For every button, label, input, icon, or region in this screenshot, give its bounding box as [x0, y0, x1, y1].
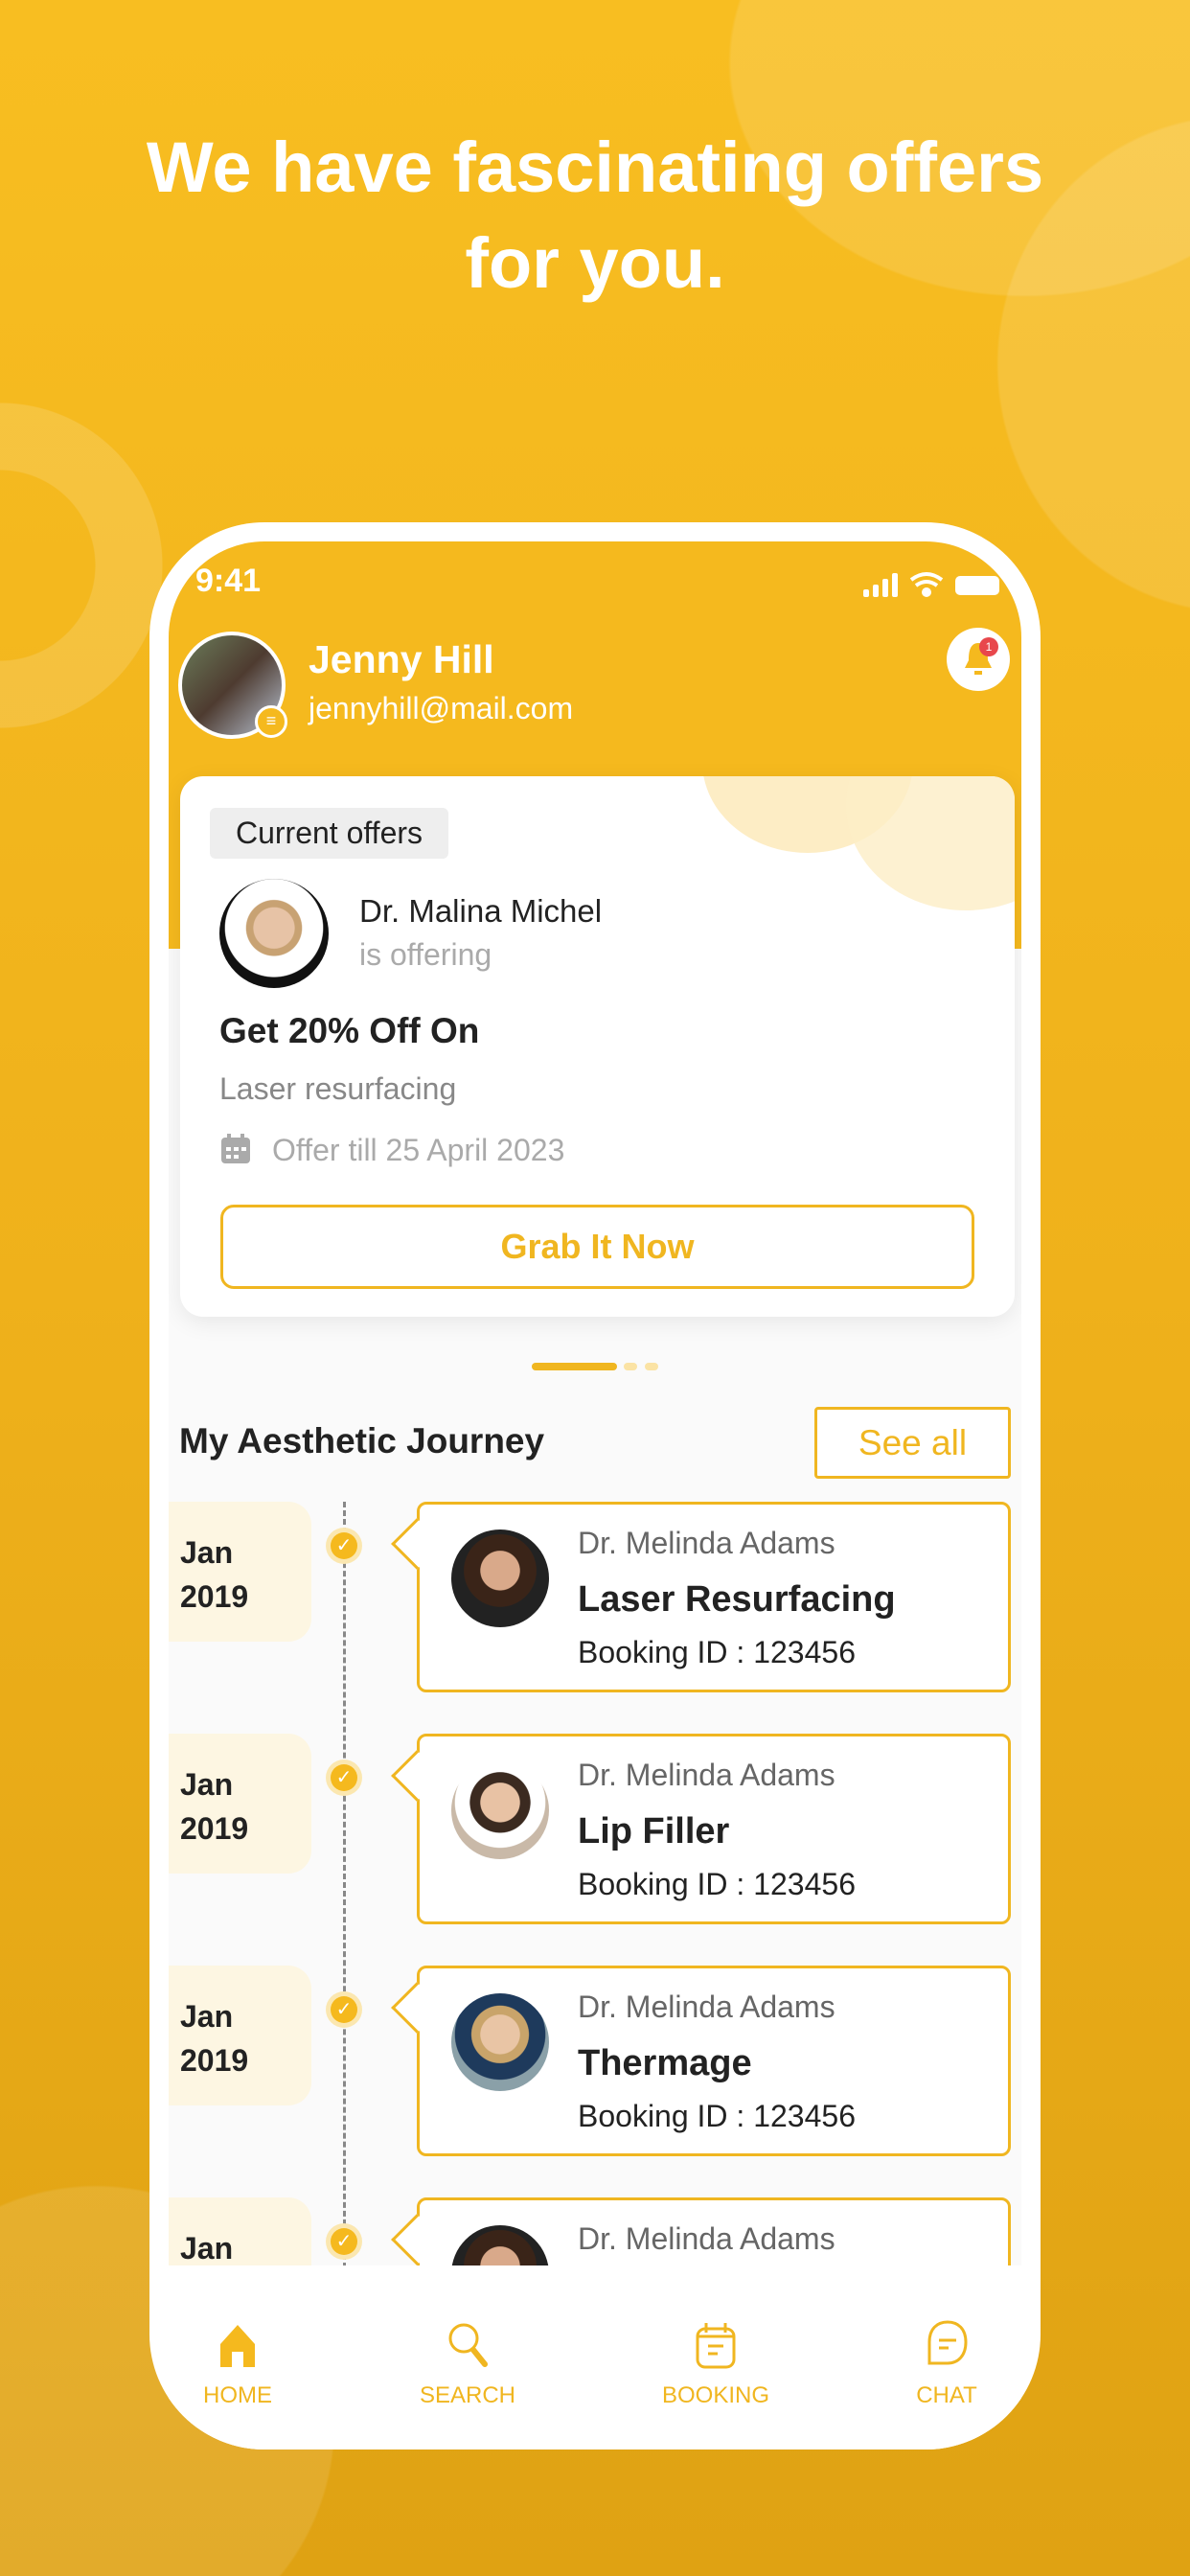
- calendar-icon: [696, 2323, 736, 2369]
- nav-label: SEARCH: [419, 2382, 516, 2408]
- timeline-item[interactable]: Jan Dr. Melinda Adams: [169, 2197, 1021, 2266]
- current-offers-tag: Current offers: [210, 808, 448, 859]
- nav-booking[interactable]: BOOKING: [620, 2266, 812, 2448]
- doctor-avatar: [451, 1993, 549, 2091]
- procedure-name: Laser Resurfacing: [578, 1579, 896, 1620]
- booking-card[interactable]: Dr. Melinda Adams Thermage Booking ID : …: [391, 1966, 1011, 2156]
- timeline-date: Jan: [169, 2197, 311, 2266]
- check-icon: [326, 1760, 362, 1796]
- offer-treatment: Laser resurfacing: [219, 1071, 457, 1106]
- offer-title: Get 20% Off On: [219, 1011, 480, 1050]
- pager-dot[interactable]: [624, 1363, 637, 1370]
- booking-id: Booking ID : 123456: [578, 2099, 856, 2133]
- offer-subtitle: is offering: [359, 937, 492, 972]
- timeline-date: Jan 2019: [169, 1502, 311, 1642]
- timeline-date: Jan 2019: [169, 1966, 311, 2105]
- procedure-name: Lip Filler: [578, 1811, 730, 1852]
- bottom-nav: HOME SEARCH BOOKING CHAT: [169, 2266, 1021, 2450]
- app-screen: 9:41 ≡ Jenny Hill jennyhill@mail.com 1 C…: [169, 541, 1021, 2450]
- pager-dot[interactable]: [645, 1363, 658, 1370]
- check-icon: [326, 2223, 362, 2260]
- status-time: 9:41: [195, 563, 262, 599]
- booking-id: Booking ID : 123456: [578, 1867, 856, 1901]
- timeline-date: Jan 2019: [169, 1734, 311, 1874]
- grab-it-now-button[interactable]: Grab It Now: [220, 1205, 974, 1289]
- doctor-avatar: [219, 879, 329, 988]
- calendar-icon: [221, 1134, 250, 1163]
- nav-search[interactable]: SEARCH: [372, 2266, 563, 2448]
- user-name: Jenny Hill: [309, 637, 494, 681]
- procedure-name: Thermage: [578, 2043, 752, 2083]
- notification-badge: 1: [979, 637, 998, 656]
- headline-line-2: for you.: [465, 223, 725, 303]
- nav-chat[interactable]: CHAT: [851, 2266, 1021, 2448]
- chat-icon: [927, 2320, 968, 2365]
- headline: We have fascinating offers for you.: [0, 120, 1190, 311]
- booking-card[interactable]: Dr. Melinda Adams Laser Resurfacing Book…: [391, 1502, 1011, 1692]
- decorative-circle: [846, 776, 1015, 910]
- timeline-item[interactable]: Jan2019 Dr. Melinda Adams Laser Resurfac…: [169, 1502, 1021, 1703]
- booking-id: Booking ID : 123456: [578, 1635, 856, 1669]
- notification-button[interactable]: 1: [947, 628, 1010, 691]
- doctor-name: Dr. Melinda Adams: [578, 1758, 835, 1792]
- journey-title: My Aesthetic Journey: [179, 1421, 545, 1460]
- nav-label: HOME: [203, 2382, 272, 2408]
- nav-label: BOOKING: [661, 2382, 770, 2408]
- wifi-icon: [909, 572, 944, 597]
- doctor-avatar: [451, 1530, 549, 1627]
- menu-icon[interactable]: ≡: [255, 705, 287, 738]
- offer-doctor-name: Dr. Malina Michel: [359, 893, 603, 929]
- signal-icon: [863, 573, 898, 597]
- booking-card[interactable]: Dr. Melinda Adams Lip Filler Booking ID …: [391, 1734, 1011, 1924]
- timeline-item[interactable]: Jan2019 Dr. Melinda Adams Thermage Booki…: [169, 1966, 1021, 2167]
- doctor-name: Dr. Melinda Adams: [578, 1990, 835, 2024]
- journey-timeline: Jan2019 Dr. Melinda Adams Laser Resurfac…: [169, 1502, 1021, 2266]
- booking-card[interactable]: Dr. Melinda Adams: [391, 2197, 1011, 2266]
- user-email: jennyhill@mail.com: [309, 691, 574, 725]
- doctor-avatar: [451, 2225, 549, 2266]
- timeline-item[interactable]: Jan2019 Dr. Melinda Adams Lip Filler Boo…: [169, 1734, 1021, 1935]
- battery-icon: [955, 576, 999, 595]
- phone-frame: 9:41 ≡ Jenny Hill jennyhill@mail.com 1 C…: [149, 522, 1041, 2450]
- home-icon: [220, 2325, 255, 2367]
- check-icon: [326, 1991, 362, 2028]
- doctor-name: Dr. Melinda Adams: [578, 1526, 835, 1560]
- offer-card: Current offers Dr. Malina Michel is offe…: [180, 776, 1015, 1317]
- offer-validity: Offer till 25 April 2023: [272, 1133, 565, 1167]
- headline-line-1: We have fascinating offers: [146, 127, 1044, 207]
- see-all-button[interactable]: See all: [814, 1407, 1011, 1479]
- nav-label: CHAT: [916, 2382, 977, 2408]
- doctor-avatar: [451, 1761, 549, 1859]
- check-icon: [326, 1528, 362, 1564]
- search-icon: [448, 2323, 488, 2367]
- nav-home[interactable]: HOME: [169, 2266, 333, 2448]
- pager-dot-active[interactable]: [532, 1363, 617, 1370]
- doctor-name: Dr. Melinda Adams: [578, 2221, 835, 2256]
- status-icons: [863, 572, 999, 597]
